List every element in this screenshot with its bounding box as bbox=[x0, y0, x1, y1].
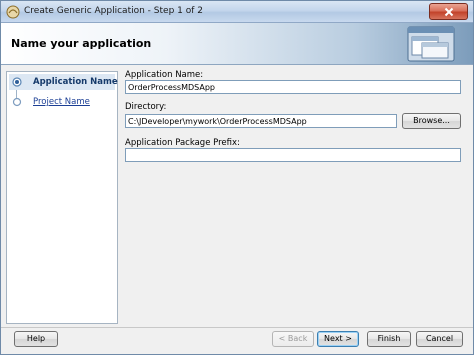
package-prefix-input[interactable] bbox=[125, 148, 461, 162]
wizard-steps-panel: Application Name Project Name bbox=[6, 71, 118, 324]
next-button[interactable]: Next > bbox=[317, 331, 359, 347]
window-title: Create Generic Application - Step 1 of 2 bbox=[24, 6, 203, 16]
package-prefix-label: Application Package Prefix: bbox=[125, 138, 240, 148]
footer-divider bbox=[1, 327, 473, 328]
close-icon bbox=[444, 7, 454, 17]
app-icon bbox=[6, 5, 20, 19]
browse-button[interactable]: Browse... bbox=[402, 113, 461, 129]
title-bar[interactable]: Create Generic Application - Step 1 of 2 bbox=[1, 1, 473, 23]
cancel-button[interactable]: Cancel bbox=[416, 331, 463, 347]
step-icon bbox=[12, 97, 22, 107]
help-button[interactable]: Help bbox=[14, 331, 58, 347]
wizard-header: Name your application bbox=[1, 23, 473, 65]
app-name-input[interactable] bbox=[125, 80, 461, 94]
directory-input[interactable] bbox=[125, 114, 397, 128]
page-title: Name your application bbox=[11, 37, 152, 50]
application-window-icon bbox=[407, 26, 455, 62]
app-name-label: Application Name: bbox=[125, 70, 204, 80]
nav-item-application-name[interactable]: Application Name bbox=[9, 74, 118, 90]
nav-item-label: Application Name bbox=[33, 77, 118, 87]
back-button[interactable]: < Back bbox=[272, 331, 314, 347]
nav-item-project-name[interactable]: Project Name bbox=[9, 94, 115, 110]
nav-item-label: Project Name bbox=[33, 97, 90, 107]
dialog-window: Create Generic Application - Step 1 of 2… bbox=[0, 0, 474, 355]
close-button[interactable] bbox=[429, 3, 468, 20]
directory-label: Directory: bbox=[125, 102, 167, 112]
current-step-icon bbox=[12, 77, 22, 87]
finish-button[interactable]: Finish bbox=[367, 331, 411, 347]
